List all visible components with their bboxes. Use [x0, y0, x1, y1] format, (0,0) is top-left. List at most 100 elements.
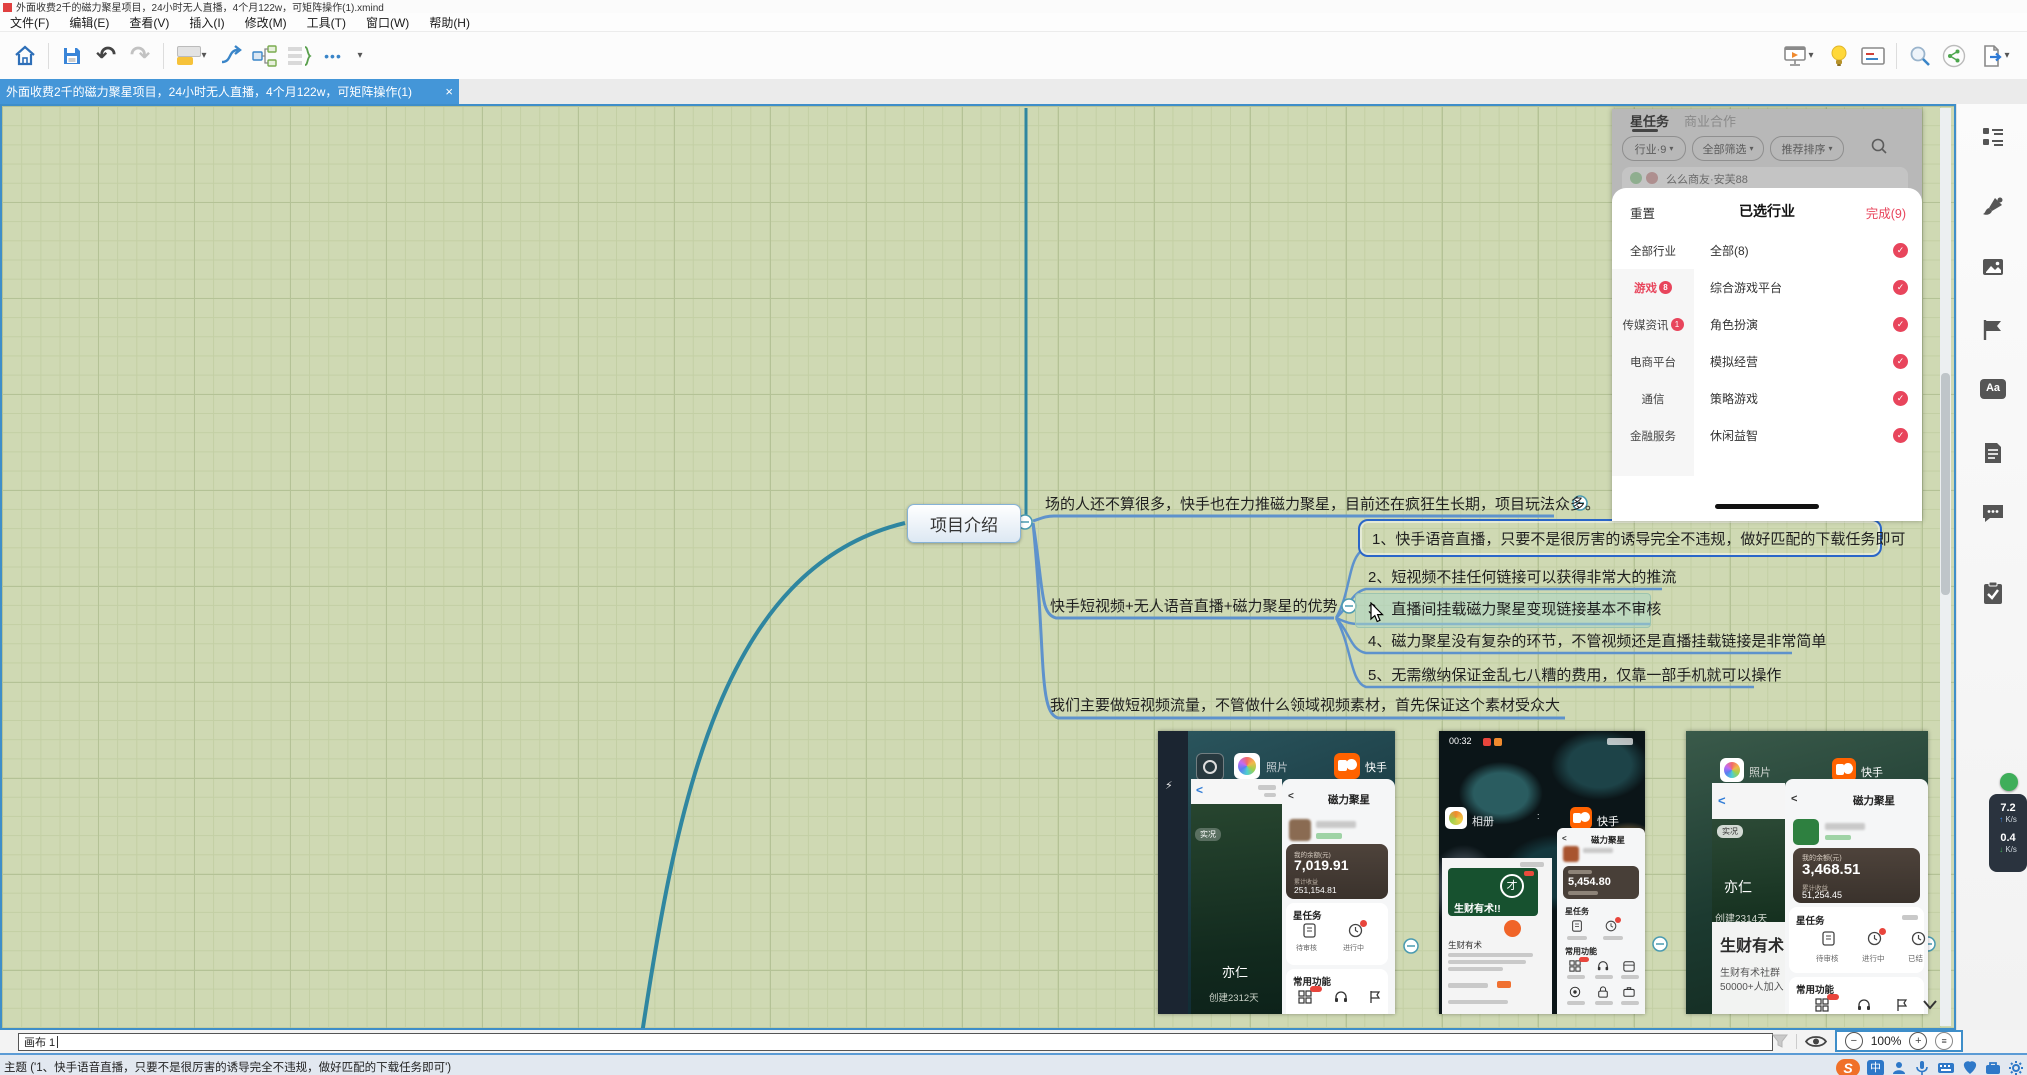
selected-industry-sheet: 重置 已选行业 完成(9) 全部行业 游戏8 传媒资讯1 电商平台 通信 金融服…	[1612, 188, 1922, 521]
kuaishou-app-icon	[1334, 753, 1360, 779]
task1-label: 待审核	[1296, 943, 1317, 953]
industry-filter-screenshot[interactable]: 星任务 商业合作 行业·9▾ 全部筛选▾ 推荐排序▾ 么么商友·安芙88 重置 …	[1612, 109, 1922, 521]
menu-file[interactable]: 文件(F)	[0, 13, 59, 31]
structure-button[interactable]	[248, 39, 282, 73]
phone-b-panel-title: 磁力聚星	[1591, 834, 1625, 846]
mouse-cursor	[1370, 602, 1386, 624]
ime-chinese-icon[interactable]: 中	[1867, 1060, 1884, 1075]
phone-c-panel-title: 磁力聚星	[1853, 793, 1895, 808]
caret-icon: ▾	[2004, 50, 2009, 61]
sogou-icon[interactable]: S	[1836, 1059, 1860, 1075]
save-button[interactable]	[55, 39, 89, 73]
menu-tools[interactable]: 工具(T)	[297, 13, 356, 31]
more-caret-button[interactable]: ▾	[350, 39, 370, 73]
topic-advantage-1-selected[interactable]: 1、快手语音直播，只要不是很厉害的诱导完全不违规，做好匹配的下载任务即可	[1358, 519, 1882, 557]
lock-icon	[1597, 986, 1609, 998]
menu-help[interactable]: 帮助(H)	[419, 13, 480, 31]
tag-badge	[1524, 871, 1534, 876]
menu-edit[interactable]: 编辑(E)	[59, 13, 119, 31]
phone-screenshot-c[interactable]: 照片 快手 < 实况 亦仁 创建2314天 生财有术 生财有术社群 50000+…	[1686, 731, 1928, 1014]
topic-advantage-3[interactable]: 3、直播间挂载磁力聚星变现链接基本不审核	[1368, 598, 1661, 619]
menu-insert[interactable]: 插入(I)	[179, 13, 234, 31]
ime-mic-icon[interactable]	[1914, 1060, 1930, 1075]
filter-funnel-icon[interactable]	[1772, 1034, 1788, 1049]
canvas-vertical-scrollbar[interactable]	[1940, 108, 1951, 1026]
phone-a-left-days: 创建2312天	[1209, 990, 1259, 1004]
check-icon: ✓	[1893, 391, 1908, 406]
zoom-out-button[interactable]: −	[1845, 1032, 1863, 1050]
menu-window[interactable]: 窗口(W)	[356, 13, 419, 31]
phone-c-left-name: 亦仁	[1724, 877, 1752, 897]
input-method-tray: S 中	[1836, 1059, 2024, 1075]
topic-traffic-note[interactable]: 我们主要做短视频流量，不管做什么领域视频素材，首先保证这个素材受众大	[1050, 694, 1560, 715]
phone-screenshot-a[interactable]: ⚡ 照片 快手 < 实况 亦仁 创建2312天	[1158, 731, 1395, 1014]
phone-c-photo: 实况 亦仁 创建2314天	[1712, 819, 1785, 922]
undo-button[interactable]: ↶	[89, 39, 123, 73]
idea-button[interactable]	[1822, 39, 1856, 73]
toolbar-separator	[48, 43, 49, 69]
ime-keyboard-icon[interactable]	[1937, 1060, 1955, 1075]
topic-intro[interactable]: 场的人还不算很多，快手也在力推磁力聚星，目前还在疯狂生长期，项目玩法众多。	[1045, 493, 1600, 514]
tasks-panel-button[interactable]	[1980, 580, 2006, 606]
root-topic[interactable]: 项目介绍	[907, 504, 1021, 543]
more-button[interactable]: •••	[316, 39, 350, 73]
menu-view[interactable]: 查看(V)	[119, 13, 179, 31]
export-button[interactable]: ▾	[1971, 39, 2019, 73]
close-tab-icon[interactable]: ×	[445, 84, 453, 99]
topic-advantage-4[interactable]: 4、磁力聚星没有复杂的环节，不管视频还是直播挂载链接是非常简单	[1368, 630, 1826, 651]
camera-button	[1504, 920, 1521, 937]
share-button[interactable]	[1937, 39, 1971, 73]
status-bar: 主题 ('1、快手语音直播，只要不是很厉害的诱导完全不违规，做好匹配的下载任务即…	[0, 1053, 2027, 1075]
eye-icon[interactable]	[1805, 1034, 1827, 1049]
aa-icon: Aa	[1980, 379, 2006, 399]
marker-panel-button[interactable]	[1980, 317, 2006, 343]
fit-menu-button[interactable]: ≡	[1935, 1032, 1953, 1050]
outline-panel-button[interactable]	[1980, 124, 2006, 150]
balance-value: 3,468.51	[1802, 861, 1860, 878]
notification-badge	[1360, 920, 1367, 927]
outline-button[interactable]	[282, 39, 316, 73]
ime-user-icon[interactable]	[1891, 1060, 1907, 1075]
redo-button[interactable]: ↷	[123, 39, 157, 73]
dimmed-list-item: 么么商友·安芙88	[1622, 167, 1908, 188]
back-icon: <	[1791, 793, 1797, 805]
zoom-in-button[interactable]: +	[1909, 1032, 1927, 1050]
caret-icon: ▾	[1669, 144, 1673, 153]
image-panel-button[interactable]	[1980, 254, 2006, 280]
scrollbar-thumb[interactable]	[1941, 373, 1950, 595]
topic-advantage-2[interactable]: 2、短视频不挂任何链接可以获得非常大的推流	[1368, 566, 1676, 587]
phone-a-panel: < 磁力聚星 我的余额(元) 7,019.91 累计收益 251,154.81 …	[1282, 779, 1395, 1014]
canvas-name-input[interactable]: 画布 1	[18, 1033, 1773, 1051]
phone-screenshot-b[interactable]: 00:32 相册 : 快手 才 生财有术!!	[1439, 731, 1645, 1014]
mindmap-canvas[interactable]: 项目介绍 场的人还不算很多，快手也在力推磁力聚星，目前还在疯狂生长期，项目玩法众…	[0, 104, 1956, 1030]
caret-icon: ▾	[1808, 50, 1813, 61]
ime-toolbox-icon[interactable]	[1985, 1060, 2001, 1075]
structure-list-icon	[1981, 125, 2005, 149]
notes-panel-button[interactable]	[1980, 440, 2006, 466]
theme-button[interactable]: ▾	[170, 39, 214, 73]
net-overlay-dot[interactable]	[2000, 773, 2018, 791]
toolbar: ↶ ↷ ▾ ••• ▾ ▾	[0, 32, 2027, 80]
presentation-button[interactable]: ▾	[1774, 39, 1822, 73]
style-panel-button[interactable]	[1980, 194, 2006, 220]
net-speed-overlay[interactable]: 7.2 ↑ K/s 0.4 ↓ K/s	[1989, 794, 2027, 872]
avatar	[1793, 819, 1819, 845]
font-panel-button[interactable]: Aa	[1980, 376, 2006, 402]
menu-modify[interactable]: 修改(M)	[235, 13, 297, 31]
slideshow-button[interactable]	[1856, 39, 1890, 73]
relationship-button[interactable]	[214, 39, 248, 73]
topic-advantage-5[interactable]: 5、无需缴纳保证金乱七八糟的费用，仅靠一部手机就可以操作	[1368, 664, 1781, 685]
ime-skin-icon[interactable]	[1962, 1060, 1978, 1075]
photos-app-icon	[1234, 753, 1260, 779]
category-badge: 1	[1671, 318, 1684, 331]
document-tab[interactable]: 外面收费2千的磁力聚星项目，24小时无人直播，4个月122w，可矩阵操作(1) …	[0, 79, 459, 104]
home-button[interactable]	[8, 39, 42, 73]
ime-settings-icon[interactable]	[2008, 1060, 2024, 1075]
comments-panel-button[interactable]	[1980, 500, 2006, 526]
task2-label: 进行中	[1343, 943, 1364, 953]
search-button[interactable]	[1903, 39, 1937, 73]
topic-advantages[interactable]: 快手短视频+无人语音直播+磁力聚星的优势	[1050, 595, 1338, 616]
phone-a-side-strip: ⚡	[1158, 731, 1188, 1014]
chevron-down-icon[interactable]	[1922, 999, 1938, 1011]
phone-c-common-card: 常用功能	[1789, 977, 1924, 1014]
